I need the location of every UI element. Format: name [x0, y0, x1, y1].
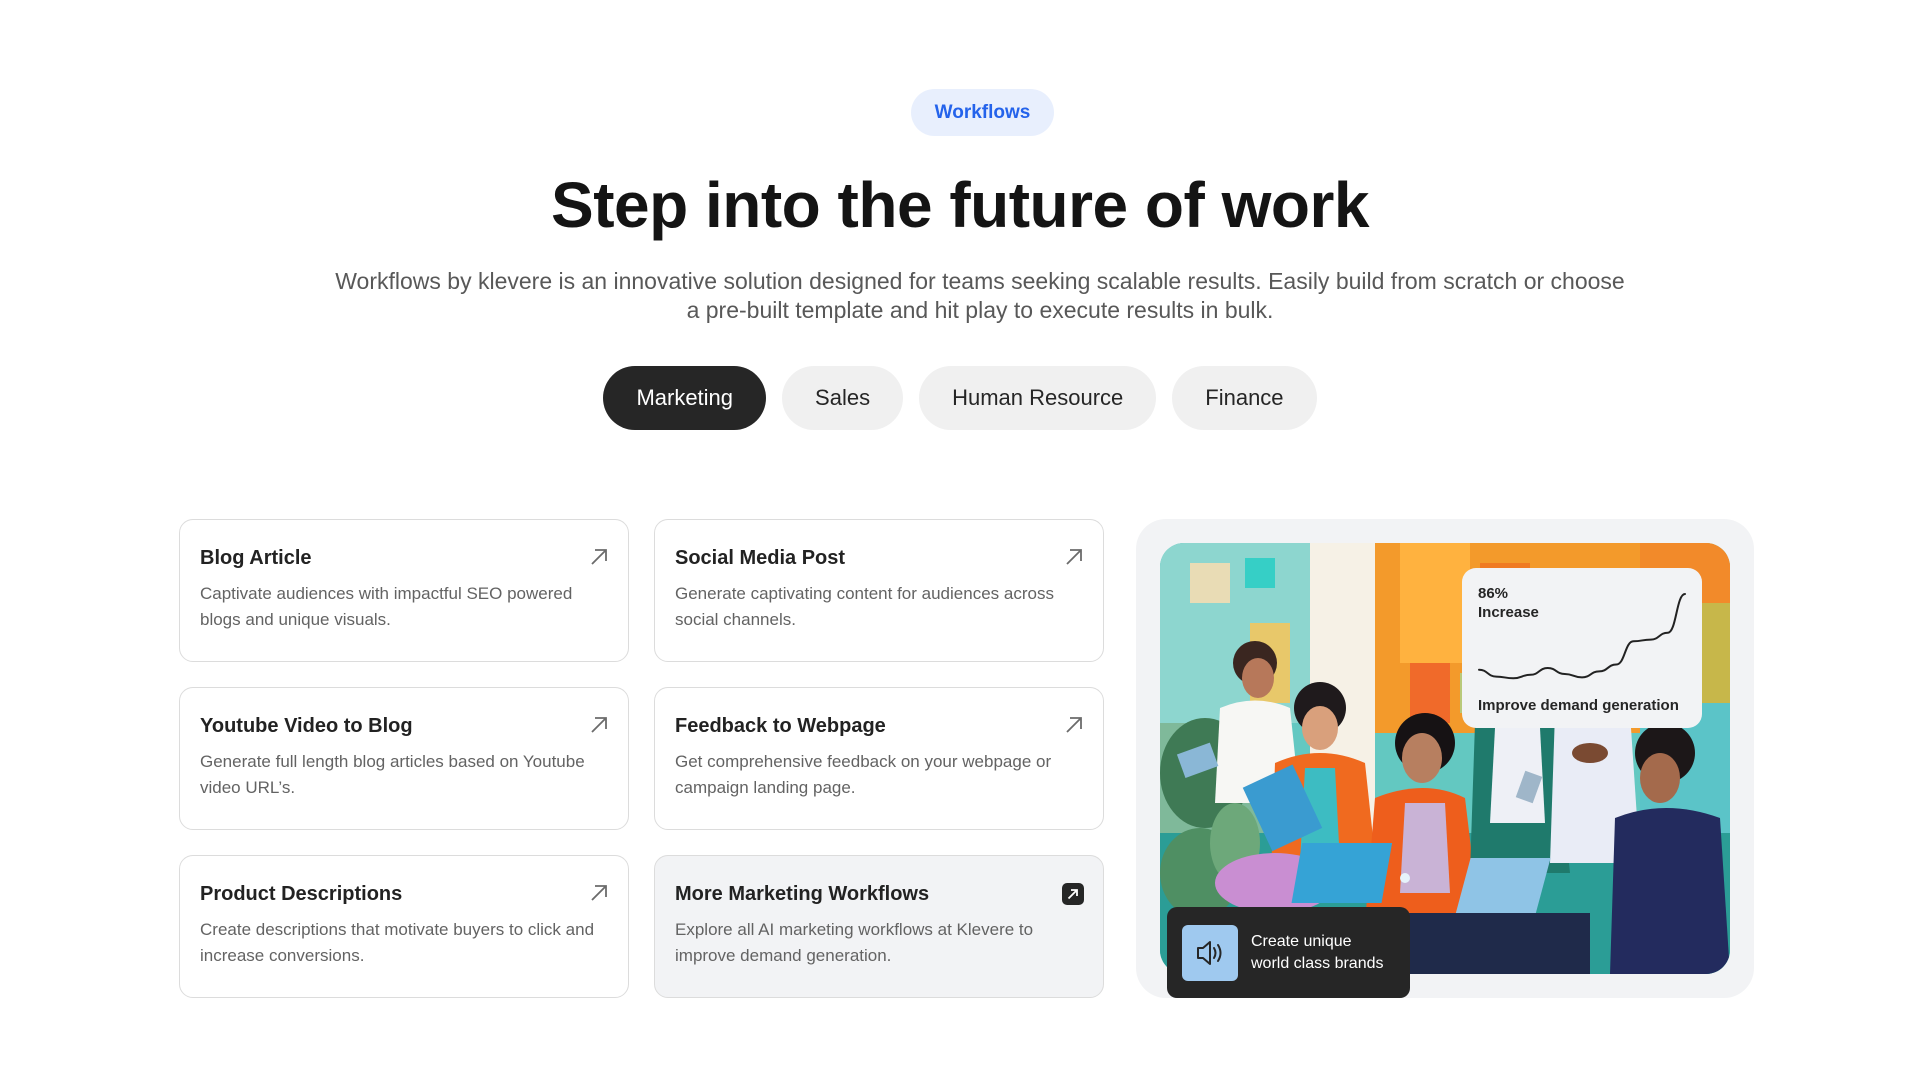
workflow-card-blog-article[interactable]: Blog Article Captivate audiences with im… [179, 519, 629, 662]
brand-tooltip: Create unique world class brands [1167, 907, 1410, 998]
card-title: Blog Article [200, 547, 312, 569]
arrow-up-right-icon [588, 546, 610, 568]
tab-marketing[interactable]: Marketing [603, 366, 767, 430]
tab-sales[interactable]: Sales [782, 366, 904, 430]
speaker-icon [1182, 924, 1238, 981]
category-tabs: Marketing Sales Human Resource Finance [0, 366, 1920, 430]
arrow-up-right-icon [1063, 546, 1085, 568]
tab-human-resource[interactable]: Human Resource [919, 366, 1157, 430]
card-description: Get comprehensive feedback on your webpa… [675, 752, 1052, 797]
tooltip-line-1: Create unique [1251, 932, 1352, 950]
workflow-card-social-media-post[interactable]: Social Media Post Generate captivating c… [654, 519, 1104, 662]
stat-card: 86% Increase Improve demand generation [1462, 568, 1702, 728]
card-title: More Marketing Workflows [675, 883, 930, 905]
card-title: Product Descriptions [200, 883, 403, 905]
page-title: Step into the future of work [551, 169, 1369, 241]
card-description: Generate full length blog articles based… [200, 752, 585, 797]
card-description: Explore all AI marketing workflows at Kl… [675, 920, 1034, 965]
tooltip-text: Create unique world class brands [1251, 931, 1384, 975]
workflow-cards: Blog Article Captivate audiences with im… [179, 519, 1104, 998]
workflow-card-youtube-video-to-blog[interactable]: Youtube Video to Blog Generate full leng… [179, 687, 629, 830]
workflow-card-more-marketing-workflows[interactable]: More Marketing Workflows Explore all AI … [654, 855, 1104, 998]
card-title: Feedback to Webpage [675, 715, 886, 737]
arrow-up-right-icon [588, 714, 610, 736]
card-title: Youtube Video to Blog [200, 715, 413, 737]
workflow-card-feedback-to-webpage[interactable]: Feedback to Webpage Get comprehensive fe… [654, 687, 1104, 830]
card-description: Create descriptions that motivate buyers… [200, 920, 595, 965]
arrow-up-right-box-icon [1062, 883, 1084, 905]
stat-caption: Improve demand generation [1478, 697, 1679, 714]
trend-line [1478, 593, 1686, 680]
card-description: Captivate audiences with impactful SEO p… [200, 584, 573, 629]
card-description: Generate captivating content for audienc… [675, 584, 1054, 629]
arrow-up-right-icon [1063, 714, 1085, 736]
tooltip-line-2: world class brands [1251, 954, 1384, 972]
workflow-card-product-descriptions[interactable]: Product Descriptions Create descriptions… [179, 855, 629, 998]
page-subtitle: Workflows by klevere is an innovative so… [335, 268, 1625, 323]
trend-line-chart [1478, 593, 1686, 680]
tab-finance[interactable]: Finance [1172, 366, 1317, 430]
arrow-up-right-icon [588, 882, 610, 904]
section-badge: Workflows [911, 89, 1054, 136]
card-title: Social Media Post [675, 547, 846, 569]
